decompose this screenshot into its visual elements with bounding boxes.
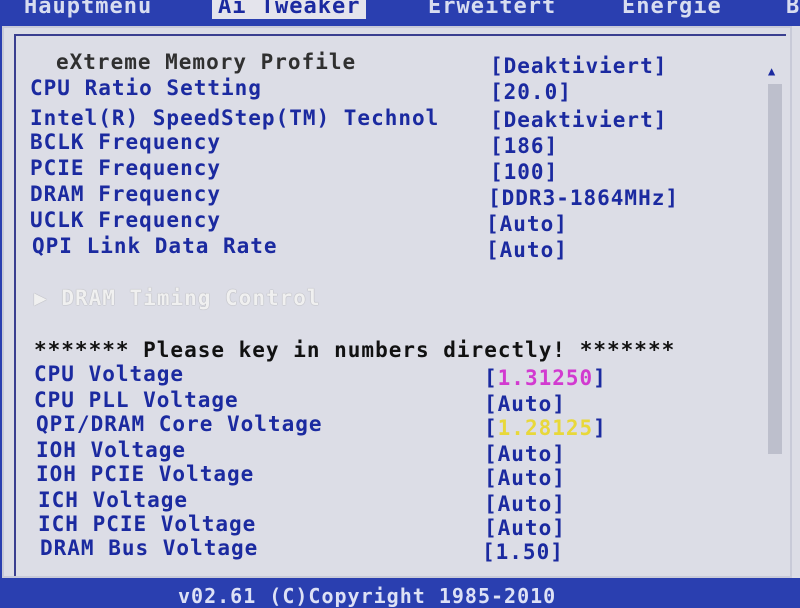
setting-label: ICH PCIE Voltage	[38, 512, 257, 536]
voltage-ioh-value[interactable]: [Auto]	[484, 442, 566, 466]
voltage-cpu[interactable]: CPU Voltage	[34, 362, 184, 386]
tab-ai-tweaker[interactable]: Ai Tweaker	[212, 0, 367, 19]
setting-label: DRAM Frequency	[30, 182, 222, 206]
setting-label: eXtreme Memory Profile	[56, 50, 357, 74]
setting-uclk[interactable]: UCLK Frequency	[30, 208, 221, 232]
setting-label: UCLK Frequency	[30, 208, 222, 232]
setting-dram-freq[interactable]: DRAM Frequency	[30, 182, 221, 206]
voltage-qpi-dram[interactable]: QPI/DRAM Core Voltage	[36, 412, 323, 436]
setting-qpi-link[interactable]: QPI Link Data Rate	[32, 234, 278, 258]
setting-label: IOH PCIE Voltage	[36, 462, 255, 486]
tab-main[interactable]: Hauptmenü	[24, 0, 152, 19]
setting-label: BCLK Frequency	[30, 130, 222, 154]
setting-speedstep-value[interactable]: [Deaktiviert]	[490, 108, 667, 132]
setting-label: CPU Ratio Setting	[30, 76, 262, 100]
footer-bar: v02.61 (C)Copyright 1985-2010	[0, 580, 800, 608]
setting-label: QPI Link Data Rate	[32, 234, 278, 258]
tab-power[interactable]: Energie	[622, 0, 722, 19]
setting-label: PCIE Frequency	[30, 156, 222, 180]
setting-speedstep[interactable]: Intel(R) SpeedStep(TM) Technol	[30, 106, 439, 130]
voltage-ioh[interactable]: IOH Voltage	[36, 438, 186, 462]
voltage-ioh-pcie[interactable]: IOH PCIE Voltage	[36, 462, 254, 486]
setting-pcie-value[interactable]: [100]	[490, 160, 558, 184]
submenu-label: DRAM Timing Control	[61, 286, 321, 310]
submenu-dram-timing[interactable]: ▶ DRAM Timing Control	[34, 286, 321, 310]
voltage-qpi-dram-value[interactable]: [1.28125]	[484, 416, 607, 440]
voltage-cpu-pll-value[interactable]: [Auto]	[484, 392, 566, 416]
copyright-text: v02.61 (C)Copyright 1985-2010	[178, 584, 557, 608]
voltage-ich-pcie[interactable]: ICH PCIE Voltage	[38, 512, 256, 536]
setting-cpu-ratio-value[interactable]: [20.0]	[490, 80, 572, 104]
setting-label: IOH Voltage	[36, 438, 187, 462]
scrollbar-thumb[interactable]	[768, 84, 782, 454]
setting-xmp[interactable]: eXtreme Memory Profile	[56, 50, 356, 74]
setting-bclk-value[interactable]: [186]	[490, 134, 558, 158]
voltage-dram-bus[interactable]: DRAM Bus Voltage	[40, 536, 258, 560]
voltage-ich-value[interactable]: [Auto]	[484, 492, 566, 516]
setting-uclk-value[interactable]: [Auto]	[486, 212, 568, 236]
setting-bclk[interactable]: BCLK Frequency	[30, 130, 221, 154]
scroll-up-icon[interactable]: ▲	[768, 64, 775, 78]
setting-label: Intel(R) SpeedStep(TM) Technol	[30, 106, 440, 130]
setting-label: DRAM Bus Voltage	[40, 536, 259, 560]
tab-bar: Hauptmenü Ai Tweaker Erweitert Energie B	[0, 0, 800, 26]
tab-boot[interactable]: B	[786, 0, 800, 19]
settings-panel: eXtreme Memory Profile [Deaktiviert] CPU…	[2, 26, 792, 594]
setting-label: ICH Voltage	[38, 488, 189, 512]
voltage-ich-pcie-value[interactable]: [Auto]	[484, 516, 566, 540]
hint-text: ******* Please key in numbers directly! …	[34, 338, 676, 362]
scrollbar[interactable]: ▲ ▼	[768, 64, 782, 594]
help-pane	[792, 26, 800, 578]
setting-label: QPI/DRAM Core Voltage	[36, 412, 323, 436]
voltage-ioh-pcie-value[interactable]: [Auto]	[484, 466, 566, 490]
setting-label: CPU Voltage	[34, 362, 185, 386]
tab-advanced[interactable]: Erweitert	[428, 0, 556, 19]
voltage-cpu-pll[interactable]: CPU PLL Voltage	[34, 388, 239, 412]
voltage-ich[interactable]: ICH Voltage	[38, 488, 188, 512]
cpu-voltage-number: 1.31250	[497, 366, 594, 390]
setting-dram-freq-value[interactable]: [DDR3-1864MHz]	[488, 186, 679, 210]
setting-pcie[interactable]: PCIE Frequency	[30, 156, 221, 180]
voltage-dram-bus-value[interactable]: [1.50]	[482, 540, 564, 564]
voltage-cpu-value[interactable]: [1.31250]	[484, 366, 607, 390]
setting-label: CPU PLL Voltage	[34, 388, 239, 412]
qpi-dram-voltage-number: 1.28125	[497, 416, 594, 440]
submenu-arrow-icon: ▶	[34, 286, 48, 310]
setting-qpi-link-value[interactable]: [Auto]	[486, 238, 568, 262]
setting-xmp-value[interactable]: [Deaktiviert]	[490, 54, 667, 78]
setting-cpu-ratio[interactable]: CPU Ratio Setting	[30, 76, 262, 100]
